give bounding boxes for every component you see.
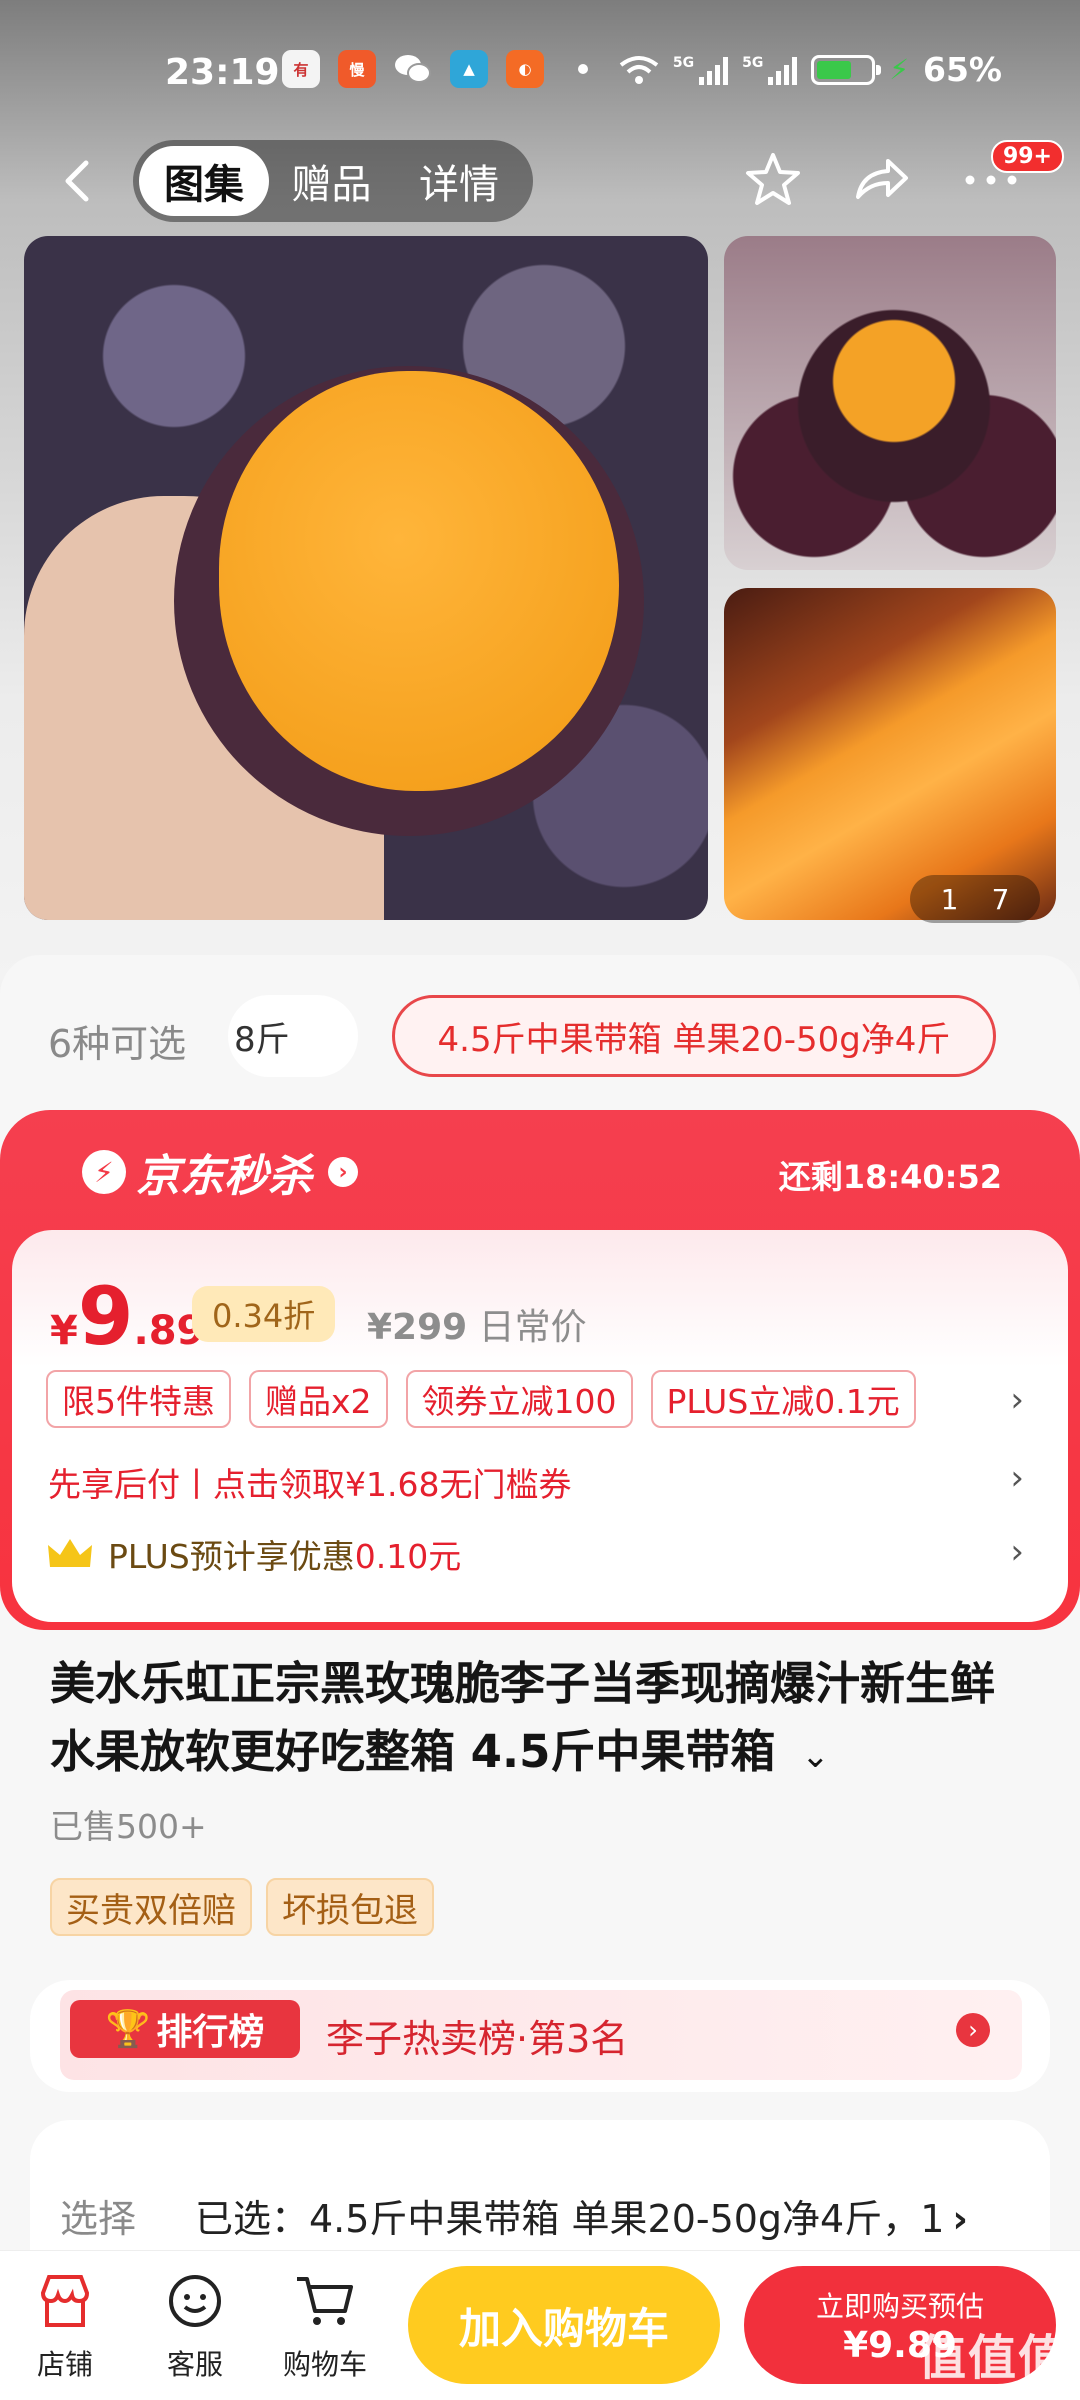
camel-app-icon: ▲ xyxy=(450,50,488,88)
wifi-icon xyxy=(619,55,659,84)
charging-icon: ⚡ xyxy=(889,53,909,86)
spec-option-8jin[interactable]: 8斤 xyxy=(228,995,358,1077)
ranking-text: 李子热卖榜·第3名 xyxy=(326,2017,629,2061)
promo-tag[interactable]: PLUS立减0.1元 xyxy=(650,1370,916,1428)
service-tag: 买贵双倍赔 xyxy=(50,1878,252,1936)
promo-tag[interactable]: 限5件特惠 xyxy=(46,1370,231,1428)
countdown-timer: 还剩18:40:52 xyxy=(778,1158,1002,1196)
signal-icon-2: 5G xyxy=(742,55,798,85)
favorite-star-icon[interactable] xyxy=(740,147,806,213)
shop-button[interactable]: 店铺 xyxy=(10,2269,120,2383)
tab-details[interactable]: 详情 xyxy=(394,146,524,216)
seckill-price: ¥ 9 .89 xyxy=(50,1270,205,1363)
chevron-right-icon[interactable]: › xyxy=(1010,1380,1024,1420)
tab-gifts[interactable]: 赠品 xyxy=(269,146,394,216)
promo-tags[interactable]: 限5件特惠 赠品x2 领券立减100 PLUS立减0.1元 xyxy=(46,1370,916,1428)
promo-tag[interactable]: 领券立减100 xyxy=(405,1370,633,1428)
photo-counter: 1 7 xyxy=(910,875,1040,923)
wechat-icon xyxy=(394,50,432,88)
cart-button[interactable]: 购物车 xyxy=(270,2269,380,2383)
spec-count: 6种可选 xyxy=(48,1022,187,1066)
customer-service-button[interactable]: 客服 xyxy=(140,2269,250,2383)
more-notifications-dot xyxy=(578,64,588,74)
selection-card[interactable]: 选择 已选：4.5斤中果带箱 单果20-50g净4斤，1 › xyxy=(30,2120,1050,2260)
lightning-icon: ⚡ xyxy=(82,1150,126,1194)
product-photo-main[interactable] xyxy=(24,236,708,920)
status-right: 5G 5G ⚡ 65% xyxy=(619,50,1002,89)
ranking-card[interactable]: 🏆 排行榜 李子热卖榜·第3名 › xyxy=(30,1980,1050,2092)
product-photo-3[interactable] xyxy=(724,588,1056,920)
spec-option-selected[interactable]: 4.5斤中果带箱 单果20-50g净4斤 xyxy=(392,995,996,1077)
customer-service-icon xyxy=(169,2275,221,2327)
service-tags: 买贵双倍赔 坏损包退 xyxy=(50,1878,434,1936)
original-price: ¥299 日常价 xyxy=(367,1307,587,1348)
chevron-right-icon: › xyxy=(328,1157,358,1187)
credit-offer[interactable]: 先享后付丨点击领取¥1.68无门槛券 xyxy=(48,1458,571,1506)
discount-badge: 0.34折 xyxy=(192,1286,336,1342)
seckill-panel: ⚡ 京东秒杀 › 还剩18:40:52 ¥ 9 .89 0.34折 ¥299 日… xyxy=(0,1110,1080,1630)
battery-percent: 65% xyxy=(923,50,1002,89)
signal-icon-1: 5G xyxy=(673,55,729,85)
chevron-right-icon[interactable]: › xyxy=(1010,1532,1024,1572)
manman-app-icon: 慢 xyxy=(338,50,376,88)
battery-icon xyxy=(811,54,882,85)
selection-label: 选择 xyxy=(60,2197,137,2241)
product-photo-2[interactable] xyxy=(724,236,1056,570)
cart-icon xyxy=(297,2277,353,2325)
plum-flesh xyxy=(219,371,619,791)
price-card: ¥ 9 .89 0.34折 ¥299 日常价 限5件特惠 赠品x2 领券立减10… xyxy=(12,1230,1068,1622)
trophy-icon: 🏆 xyxy=(105,2009,151,2050)
photo-total: 7 xyxy=(991,882,1010,916)
tab-gallery[interactable]: 图集 xyxy=(139,146,269,216)
notification-icons: 有 慢 ▲ ◐ xyxy=(282,50,588,88)
photo-current: 1 xyxy=(940,882,959,916)
status-bar: 23:19 有 慢 ▲ ◐ 5G 5G ⚡ 65% xyxy=(0,40,1080,110)
add-to-cart-button[interactable]: 加入购物车 xyxy=(408,2266,720,2384)
back-icon[interactable] xyxy=(50,153,106,209)
shop-icon xyxy=(40,2275,90,2327)
news-app-icon: 有 xyxy=(282,50,320,88)
service-tag: 坏损包退 xyxy=(266,1878,434,1936)
crown-icon xyxy=(48,1539,92,1567)
selection-value: 已选：4.5斤中果带箱 单果20-50g净4斤，1 › xyxy=(195,2197,969,2241)
orange-app-icon: ◐ xyxy=(506,50,544,88)
chevron-down-icon[interactable]: ⌄ xyxy=(801,1736,830,1776)
message-badge: 99+ xyxy=(990,140,1064,173)
chevron-right-icon[interactable]: › xyxy=(1010,1458,1024,1498)
promo-tag[interactable]: 赠品x2 xyxy=(249,1370,388,1428)
share-icon[interactable] xyxy=(848,147,914,213)
plus-offer[interactable]: PLUS预计享优惠0.10元 xyxy=(46,1530,461,1578)
watermark: 值值值 zhizhizhi.com xyxy=(917,2330,1068,2400)
seckill-title[interactable]: ⚡ 京东秒杀 › xyxy=(82,1140,358,1204)
sold-count: 已售500+ xyxy=(50,1807,207,1846)
chevron-right-icon[interactable]: › xyxy=(956,2013,990,2047)
ranking-badge: 🏆 排行榜 xyxy=(70,2000,300,2058)
spec-selector: 6种可选 8斤 4.5斤中果带箱 单果20-50g净4斤 xyxy=(0,985,1080,1085)
status-time: 23:19 xyxy=(165,52,280,93)
top-nav: 图集 赠品 详情 xyxy=(0,135,1080,225)
tab-group: 图集 赠品 详情 xyxy=(133,140,533,222)
product-title[interactable]: 美水乐虹正宗黑玫瑰脆李子当季现摘爆汁新生鲜水果放软更好吃整箱 4.5斤中果带箱 … xyxy=(50,1650,1030,1790)
